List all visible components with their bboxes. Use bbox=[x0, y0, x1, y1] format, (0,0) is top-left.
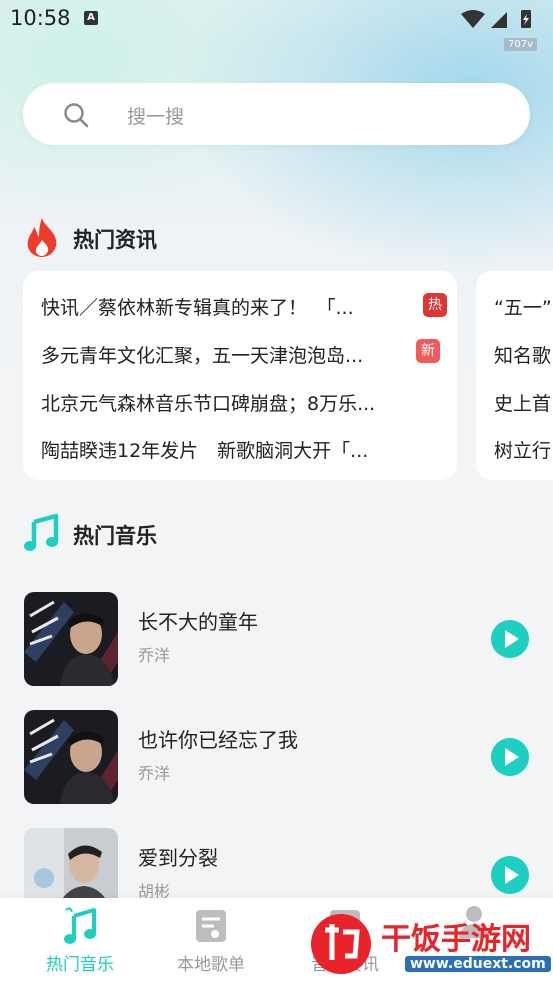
net-speed: 707v bbox=[503, 38, 537, 51]
news-item[interactable]: 陶喆睽违12年发片 新歌脑洞大开「... bbox=[41, 436, 441, 463]
wifi-icon bbox=[461, 10, 485, 28]
song-title: 爱到分裂 bbox=[138, 846, 218, 870]
news-item[interactable]: 史上首 bbox=[494, 389, 553, 416]
hot-badge: 热 bbox=[423, 293, 447, 317]
news-item[interactable]: 北京元气森林音乐节口碑崩盘；8万乐... bbox=[41, 389, 441, 416]
tab-label: 热门音乐 bbox=[46, 955, 114, 975]
music-note-icon bbox=[24, 514, 59, 551]
watermark-url: www.eduext.com bbox=[405, 956, 551, 972]
news-item[interactable]: 树立行 bbox=[494, 436, 553, 463]
watermark: 干饭手游网 www.eduext.com bbox=[305, 908, 553, 982]
tab-hot-music[interactable]: 热门音乐 bbox=[11, 898, 149, 984]
search-placeholder: 搜一搜 bbox=[127, 106, 185, 128]
new-badge: 新 bbox=[416, 339, 440, 363]
playlist-icon bbox=[196, 910, 226, 942]
play-icon[interactable] bbox=[491, 620, 529, 658]
notification-icon: A bbox=[84, 11, 98, 25]
hot-music-title: 热门音乐 bbox=[73, 524, 157, 548]
watermark-brand: 干饭手游网 bbox=[381, 922, 531, 957]
song-artist: 乔洋 bbox=[138, 764, 171, 783]
signal-battery-icons bbox=[461, 10, 531, 28]
status-bar: 10:58 A 707v bbox=[0, 0, 553, 51]
song-title: 也许你已经忘了我 bbox=[138, 728, 298, 752]
album-cover bbox=[24, 592, 118, 686]
play-icon[interactable] bbox=[491, 738, 529, 776]
album-cover bbox=[24, 710, 118, 804]
status-time: 10:58 bbox=[10, 6, 71, 30]
hot-news-title: 热门资讯 bbox=[73, 228, 157, 252]
cell-signal-icon bbox=[491, 12, 507, 28]
news-item[interactable]: 知名歌 bbox=[494, 341, 553, 368]
music-note-icon bbox=[64, 907, 96, 944]
search-icon bbox=[64, 103, 89, 128]
search-bar[interactable]: 搜一搜 bbox=[23, 83, 530, 145]
news-item[interactable]: 快讯／蔡依林新专辑真的来了！ 「... bbox=[41, 293, 421, 320]
song-row[interactable]: 长不大的童年 乔洋 bbox=[0, 590, 553, 690]
news-item[interactable]: 多元青年文化汇聚，五一天津泡泡岛... bbox=[41, 341, 421, 368]
flame-icon bbox=[27, 218, 57, 257]
news-card[interactable]: 快讯／蔡依林新专辑真的来了！ 「... 热 多元青年文化汇聚，五一天津泡泡岛..… bbox=[23, 271, 457, 480]
song-title: 长不大的童年 bbox=[138, 610, 258, 634]
song-artist: 乔洋 bbox=[138, 646, 171, 665]
news-item[interactable]: “五一” bbox=[494, 293, 553, 320]
tab-label: 本地歌单 bbox=[177, 955, 245, 975]
play-icon[interactable] bbox=[491, 856, 529, 894]
tab-local-playlist[interactable]: 本地歌单 bbox=[142, 898, 280, 984]
news-card-next[interactable]: “五一” 知名歌 史上首 树立行 bbox=[476, 271, 553, 480]
song-row[interactable]: 也许你已经忘了我 乔洋 bbox=[0, 708, 553, 808]
